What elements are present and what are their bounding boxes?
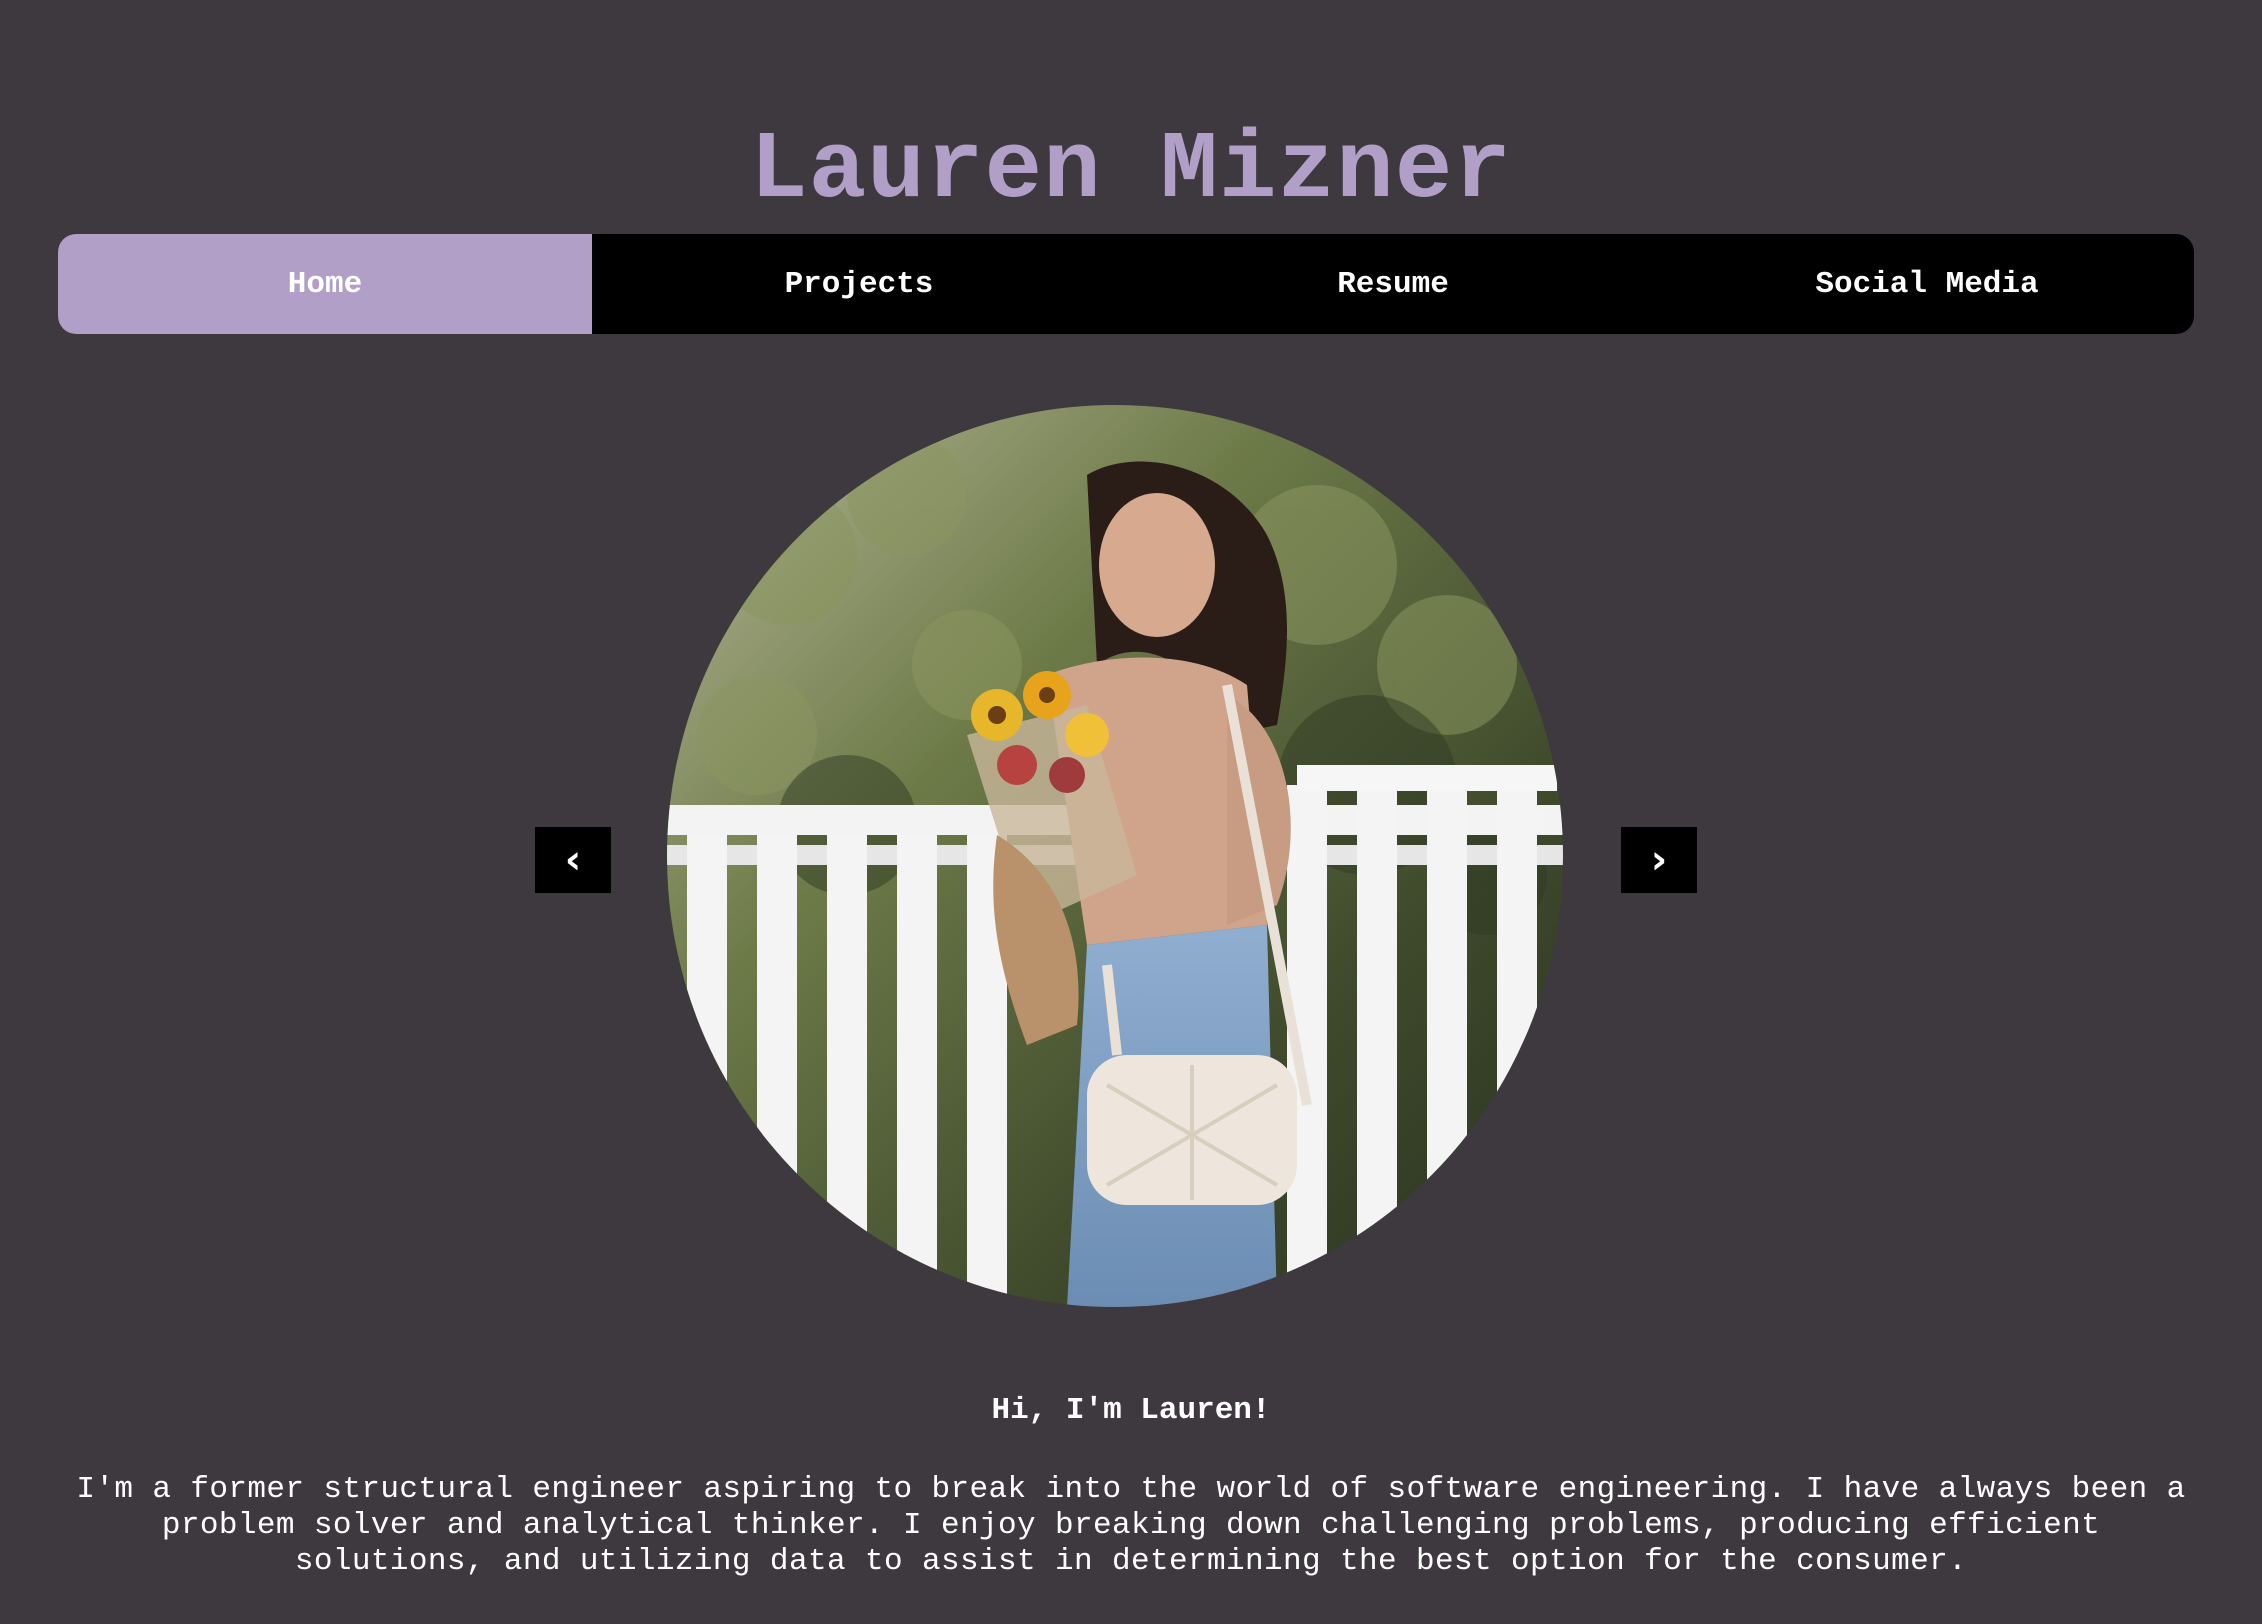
profile-photo <box>667 405 1563 1307</box>
nav-item-social-media[interactable]: Social Media <box>1660 234 2194 334</box>
nav-item-projects[interactable]: Projects <box>592 234 1126 334</box>
nav-item-home[interactable]: Home <box>58 234 592 334</box>
site-title: Lauren Mizner <box>750 116 1512 226</box>
main-nav: Home Projects Resume Social Media <box>58 234 2194 334</box>
nav-item-resume[interactable]: Resume <box>1126 234 1660 334</box>
carousel-next-button[interactable]: › <box>1621 827 1697 893</box>
profile-photo-image <box>667 405 1563 1307</box>
intro-bio: I'm a former structural engineer aspirin… <box>76 1472 2186 1579</box>
carousel-prev-button[interactable]: ‹ <box>535 827 611 893</box>
intro-greeting: Hi, I'm Lauren! <box>991 1393 1271 1428</box>
